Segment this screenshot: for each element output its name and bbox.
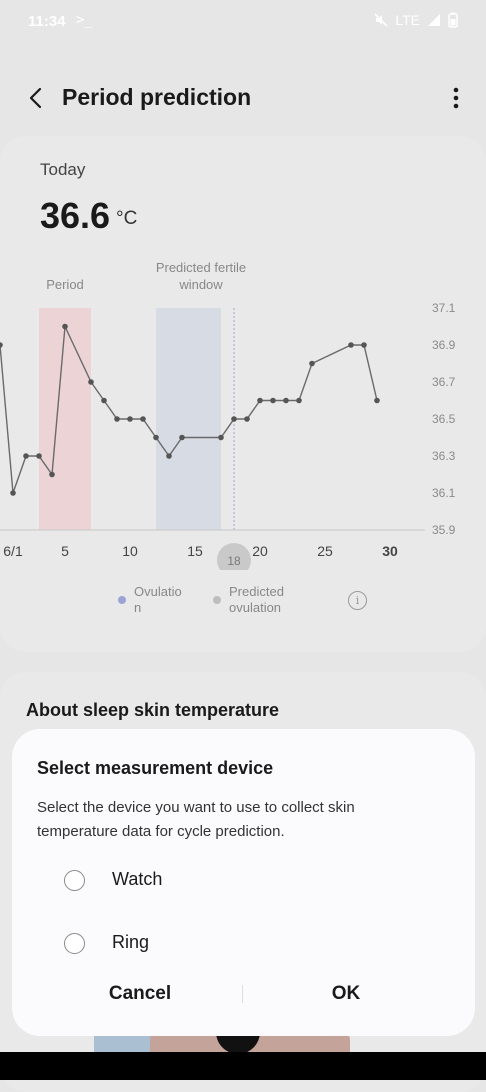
temperature-point [49,471,55,478]
temperature-unit: °C [116,208,138,229]
navigation-bar [0,1052,486,1080]
x-tick-label: 30 [382,543,398,559]
dialog-message: Select the device you want to use to col… [37,799,355,840]
temperature-point [309,360,315,367]
temperature-point [283,397,289,404]
ring-label: Ring [112,932,150,952]
temperature-point [62,323,68,330]
cancel-button[interactable]: Cancel [40,978,240,1010]
ok-button[interactable]: OK [246,978,446,1010]
y-tick-label: 36.9 [432,338,456,352]
status-bar: 11:34 >_ LTE [0,0,486,44]
watch-label: Watch [112,869,163,889]
signal-icon [428,14,440,26]
x-tick-label: 15 [187,543,203,559]
about-title: About sleep skin temperature [26,700,280,720]
x-tick-label: 6/1 [3,543,23,559]
fertile-band-label-line1: Predicted fertile [156,260,246,275]
x-tick-label: 10 [122,543,138,559]
predicted-ovulation-legend-dot [213,596,221,604]
temperature-point [127,416,133,422]
back-button[interactable] [20,82,52,114]
temperature-point [257,397,263,404]
temperature-point [179,434,185,441]
y-tick-label: 36.5 [432,412,456,426]
option-ring[interactable]: Ring [40,922,440,966]
temperature-point [166,453,172,459]
fertile-band-label-line2: window [178,277,223,292]
chevron-left-icon [29,87,42,109]
ring-radio[interactable] [64,933,85,954]
band-fertile-window [156,308,221,530]
temperature-point [101,397,107,404]
predicted-ovulation-legend-line2: ovulation [229,600,282,615]
temperature-point [270,397,276,404]
status-icons: LTE [373,12,458,28]
mute-icon [374,13,388,27]
temperature-point [296,397,302,404]
ovulation-legend-label: Ovulatio n [134,584,182,616]
today-label: Today [40,160,86,179]
temperature-point [0,342,3,348]
period-band-label: Period [46,277,84,292]
temperature-point [244,416,250,422]
temperature-point [153,434,159,441]
temperature-point [10,490,16,496]
network-label: LTE [395,12,420,28]
predicted-ovulation-legend-label: Predicted ovulation [229,584,284,616]
y-tick-label: 36.3 [432,449,456,463]
dialog-title: Select measurement device [37,758,274,778]
y-tick-label: 35.9 [432,523,456,537]
temperature-value: 36.6 [40,195,111,236]
terminal-icon: >_ [76,12,93,28]
more-options-button[interactable] [448,82,464,114]
temperature-point [231,416,237,422]
battery-icon [448,12,458,28]
info-icon[interactable]: i [348,591,367,610]
temperature-chart: Period Predicted fertile window 37.1 36.9 36.… [0,260,456,570]
band-period [39,308,91,530]
temperature-point [88,379,94,385]
page-title: Period prediction [62,84,252,110]
ovulation-legend-dot [118,596,126,604]
temperature-point [374,397,380,404]
status-time: 11:34 [28,13,66,30]
option-watch[interactable]: Watch [40,859,440,903]
y-tick-label: 37.1 [432,301,456,315]
x-tick-label: 18 [227,554,241,568]
watch-radio[interactable] [64,870,85,891]
x-tick-label: 5 [61,543,69,559]
ovulation-legend-line2: n [134,600,142,615]
temperature-point [348,342,354,348]
temperature-point [114,416,120,422]
temperature-point [140,416,146,422]
x-tick-label: 25 [317,543,333,559]
temperature-point [36,453,42,459]
y-tick-label: 36.1 [432,486,456,500]
temperature-point [218,434,224,441]
temperature-point [361,342,367,348]
temperature-point [23,453,29,459]
predicted-ovulation-legend-line1: Predicted [229,584,284,599]
app-bar: Period prediction [0,70,486,126]
button-divider [242,985,243,1003]
more-vertical-icon [453,87,459,109]
ovulation-legend-line1: Ovulatio [134,584,182,599]
x-tick-label: 20 [252,543,268,559]
y-tick-label: 36.7 [432,375,456,389]
